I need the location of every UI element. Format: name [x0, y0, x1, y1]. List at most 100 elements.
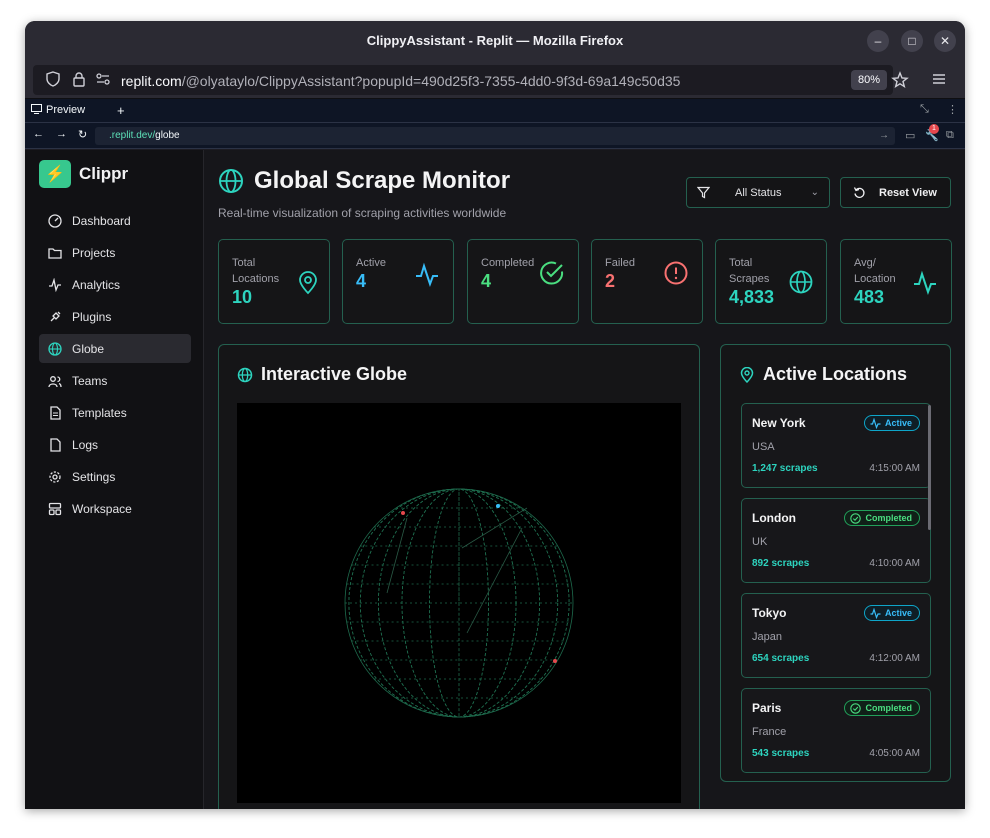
folder-icon — [48, 247, 62, 259]
status-badge: Active — [863, 415, 920, 431]
sidebar-item-label: Workspace — [72, 501, 132, 516]
brand[interactable]: ⚡ Clippr — [39, 160, 128, 188]
globe-panel-title: Interactive Globe — [261, 364, 408, 384]
brand-name: Clippr — [79, 164, 129, 183]
back-arrow-icon[interactable]: ← — [33, 128, 44, 140]
file-icon — [50, 405, 61, 420]
location-city: London — [752, 511, 796, 525]
shield-icon[interactable] — [45, 71, 61, 90]
sidebar-item-globe[interactable]: Globe — [39, 334, 191, 363]
reset-view-label: Reset View — [879, 186, 937, 199]
stat-card-completed: Completed 4 — [467, 239, 579, 324]
zoom-level[interactable]: 80% — [851, 70, 887, 90]
open-new-tab-icon[interactable]: ⧉ — [946, 129, 954, 142]
stat-label: Active — [356, 257, 386, 269]
connection-arc — [386, 517, 408, 594]
globe-wireframe — [344, 488, 574, 718]
location-city: Paris — [752, 701, 782, 715]
location-card[interactable]: London Completed UK 892 scrapes 4:10:00 AM — [741, 498, 931, 583]
collapse-icon[interactable]: ⤡ — [920, 103, 929, 116]
connection-arc — [466, 527, 523, 634]
location-card[interactable]: Tokyo Active Japan 654 scrapes 4:12:00 AM — [741, 593, 931, 678]
minimize-button[interactable]: – — [867, 30, 889, 52]
status-badge-label: Completed — [865, 703, 912, 713]
lock-icon[interactable] — [71, 71, 87, 90]
sidebar-item-projects[interactable]: Projects — [39, 238, 191, 267]
activity-icon — [416, 262, 438, 287]
activity-icon — [49, 277, 61, 292]
stat-label: Total Scrapes — [729, 257, 770, 285]
scrollbar-thumb[interactable] — [928, 405, 931, 530]
url-bar[interactable]: replit.com/@olyataylo/ClippyAssistant?po… — [33, 65, 893, 95]
preview-tab[interactable]: Preview — [31, 104, 85, 116]
url-text[interactable]: replit.com/@olyataylo/ClippyAssistant?po… — [121, 73, 680, 89]
devtools-icon[interactable]: ▭ — [905, 129, 915, 142]
sidebar-item-logs[interactable]: Logs — [39, 430, 191, 459]
sidebar-item-label: Analytics — [72, 277, 121, 292]
location-scrapes: 543 scrapes — [752, 748, 810, 759]
users-icon — [48, 375, 62, 387]
globe-canvas[interactable] — [237, 403, 681, 803]
globe-icon — [48, 341, 62, 356]
sidebar-item-label: Dashboard — [72, 213, 131, 228]
stat-value: 4 — [481, 271, 492, 291]
globe-panel: Interactive Globe — [218, 344, 700, 809]
status-badge: Completed — [844, 510, 920, 526]
stat-card-active: Active 4 — [342, 239, 454, 324]
sidebar-item-analytics[interactable]: Analytics — [39, 270, 191, 299]
gear-icon — [49, 470, 61, 483]
stat-value: 2 — [605, 271, 616, 291]
sidebar-item-workspace[interactable]: Workspace — [39, 494, 191, 523]
sidebar-item-teams[interactable]: Teams — [39, 366, 191, 395]
lightning-logo-icon: ⚡ — [39, 160, 71, 188]
reset-view-button[interactable]: Reset View — [840, 177, 951, 208]
window-title: ClippyAssistant - Replit — Mozilla Firef… — [366, 33, 624, 48]
map-pin-icon — [740, 366, 754, 383]
sidebar-item-label: Teams — [72, 373, 108, 388]
location-scrapes: 1,247 scrapes — [752, 463, 818, 474]
close-button[interactable]: ✕ — [934, 30, 956, 52]
status-badge: Active — [863, 605, 920, 621]
location-country: Japan — [752, 631, 782, 643]
preview-url-input[interactable]: .replit.dev/globe → — [95, 127, 895, 145]
monitor-icon — [31, 104, 42, 114]
sidebar: ⚡ Clippr Dashboard Projects Analytics Pl… — [25, 150, 204, 809]
forward-arrow-icon[interactable]: → — [56, 128, 67, 140]
stat-value: 483 — [854, 287, 885, 307]
menu-icon[interactable] — [931, 71, 947, 90]
location-scrapes: 892 scrapes — [752, 558, 810, 569]
alert-circle-icon — [664, 261, 688, 285]
preview-url-bar: ← → ↻ .replit.dev/globe → ▭ 🔧 1 ⧉ — [25, 123, 965, 149]
chevron-down-icon: ⌄ — [810, 187, 819, 198]
location-marker — [401, 511, 405, 515]
permissions-icon[interactable] — [95, 71, 111, 90]
sidebar-item-settings[interactable]: Settings — [39, 462, 191, 491]
wireframe-globe[interactable] — [237, 403, 681, 803]
sidebar-item-label: Projects — [72, 245, 116, 260]
location-card[interactable]: Paris Completed France 543 scrapes 4:05:00 A… — [741, 688, 931, 773]
location-marker — [496, 504, 500, 508]
stat-card-total-scrapes: Total Scrapes 4,833 — [715, 239, 827, 324]
stat-card-failed: Failed 2 — [591, 239, 703, 324]
title-bar: ClippyAssistant - Replit — Mozilla Firef… — [25, 21, 965, 61]
location-card[interactable]: New York Active USA 1,247 scrapes 4:15:00 AM — [741, 403, 931, 488]
location-country: USA — [752, 441, 775, 453]
location-marker — [553, 659, 557, 663]
location-time: 4:15:00 AM — [869, 463, 920, 474]
sidebar-item-plugins[interactable]: Plugins — [39, 302, 191, 331]
bookmark-star-icon[interactable] — [891, 71, 909, 92]
go-arrow-icon[interactable]: → — [879, 127, 889, 145]
maximize-button[interactable]: □ — [901, 30, 923, 52]
status-filter-select[interactable]: All Status ⌄ — [686, 177, 830, 208]
sidebar-item-templates[interactable]: Templates — [39, 398, 191, 427]
status-badge: Completed — [844, 700, 920, 716]
check-circle-icon — [850, 702, 862, 714]
activity-icon — [870, 607, 881, 619]
add-tab-button[interactable]: + — [117, 103, 125, 118]
filter-icon — [697, 186, 710, 199]
browser-window: ClippyAssistant - Replit — Mozilla Firef… — [25, 21, 965, 809]
refresh-icon[interactable]: ↻ — [78, 128, 87, 141]
sidebar-item-dashboard[interactable]: Dashboard — [39, 206, 191, 235]
sidebar-item-label: Plugins — [72, 309, 112, 324]
more-options-icon[interactable]: ⋮ — [947, 103, 958, 116]
